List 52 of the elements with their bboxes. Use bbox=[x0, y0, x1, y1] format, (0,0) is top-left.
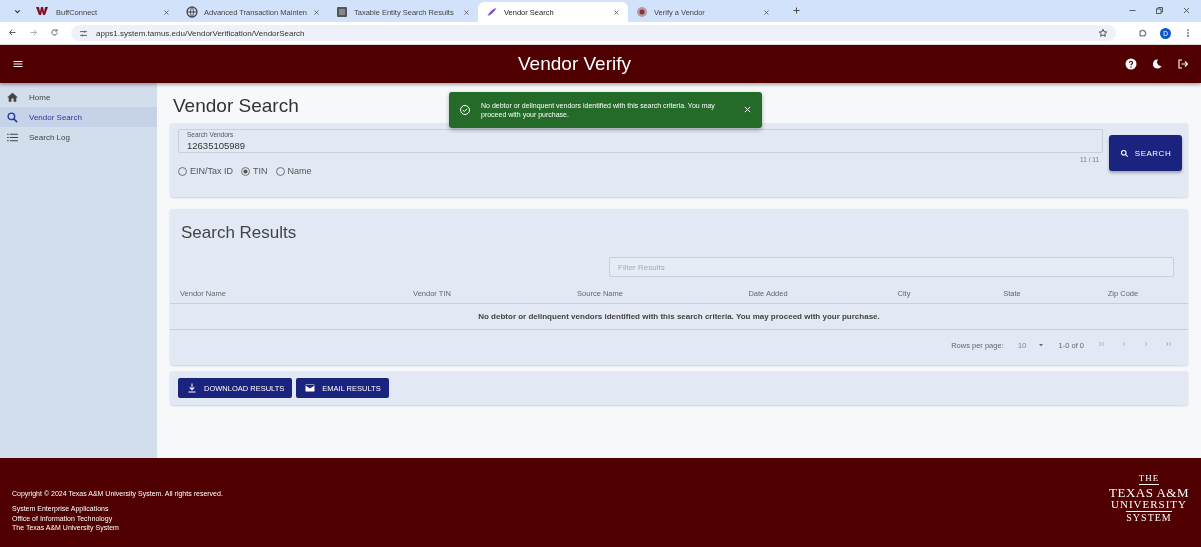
logout-icon bbox=[1177, 58, 1189, 70]
home-icon bbox=[6, 90, 19, 104]
menu-icon bbox=[12, 58, 24, 70]
radio-option[interactable]: TIN bbox=[241, 166, 268, 176]
radio-option[interactable]: EIN/Tax ID bbox=[178, 166, 233, 176]
close-icon bbox=[763, 8, 770, 16]
feather-icon bbox=[486, 6, 498, 18]
close-icon bbox=[743, 105, 752, 114]
reload-icon bbox=[50, 27, 59, 37]
last-page-icon bbox=[1164, 340, 1172, 348]
restore-button[interactable] bbox=[1155, 5, 1164, 17]
caret-icon bbox=[1036, 341, 1045, 349]
close-icon bbox=[313, 8, 320, 16]
thumbnail-icon bbox=[336, 6, 348, 18]
chevron-left-icon bbox=[1120, 340, 1128, 348]
empty-message: No debtor or delinquent vendors identified with this search criteria. You may proceed with your purchase. bbox=[478, 312, 880, 321]
star-icon bbox=[1098, 28, 1108, 38]
sidebar-item[interactable]: Vendor Search bbox=[0, 107, 157, 127]
radio-option[interactable]: Name bbox=[275, 166, 312, 176]
page-title: Vendor Search bbox=[173, 95, 299, 117]
plus-icon bbox=[792, 6, 801, 15]
university-logo: THE TEXAS A&M UNIVERSITY SYSTEM bbox=[1109, 472, 1189, 525]
url-text: apps1.system.tamus.edu/VendorVerification/VendorSearch bbox=[96, 28, 305, 38]
globe-icon bbox=[186, 6, 198, 18]
restore-icon bbox=[1155, 5, 1164, 15]
search-icon bbox=[1119, 148, 1129, 158]
app-title: Vendor Verify bbox=[517, 53, 632, 75]
help-icon bbox=[1125, 58, 1137, 70]
first-page-icon bbox=[1098, 340, 1106, 348]
filter-field[interactable]: Filter Results bbox=[609, 257, 1174, 277]
close-icon bbox=[463, 8, 470, 16]
sidebar-item[interactable]: Home bbox=[0, 87, 157, 107]
section-title: Search Results bbox=[181, 223, 298, 243]
site-settings-icon bbox=[79, 28, 88, 38]
mail-icon bbox=[304, 382, 317, 394]
close-icon bbox=[163, 8, 170, 16]
search-icon bbox=[6, 110, 19, 124]
sidebar-item[interactable]: Search Log bbox=[0, 127, 157, 147]
extensions-icon bbox=[1138, 28, 1148, 38]
download-icon bbox=[186, 382, 198, 394]
back-arrow-icon bbox=[8, 27, 17, 37]
brand-icon bbox=[36, 6, 50, 18]
close-icon bbox=[613, 8, 620, 16]
close-icon bbox=[1182, 5, 1191, 15]
moon-icon bbox=[1151, 58, 1163, 70]
chevron-right-icon bbox=[1142, 340, 1150, 348]
reload-button[interactable] bbox=[50, 27, 59, 39]
seal-icon bbox=[636, 6, 648, 18]
check-circle-icon bbox=[459, 104, 471, 116]
search-button[interactable]: SEARCH bbox=[1109, 135, 1182, 171]
forward-arrow-icon bbox=[29, 27, 38, 37]
address-bar[interactable]: apps1.system.tamus.edu/VendorVerification/VendorSearch bbox=[71, 25, 1116, 41]
